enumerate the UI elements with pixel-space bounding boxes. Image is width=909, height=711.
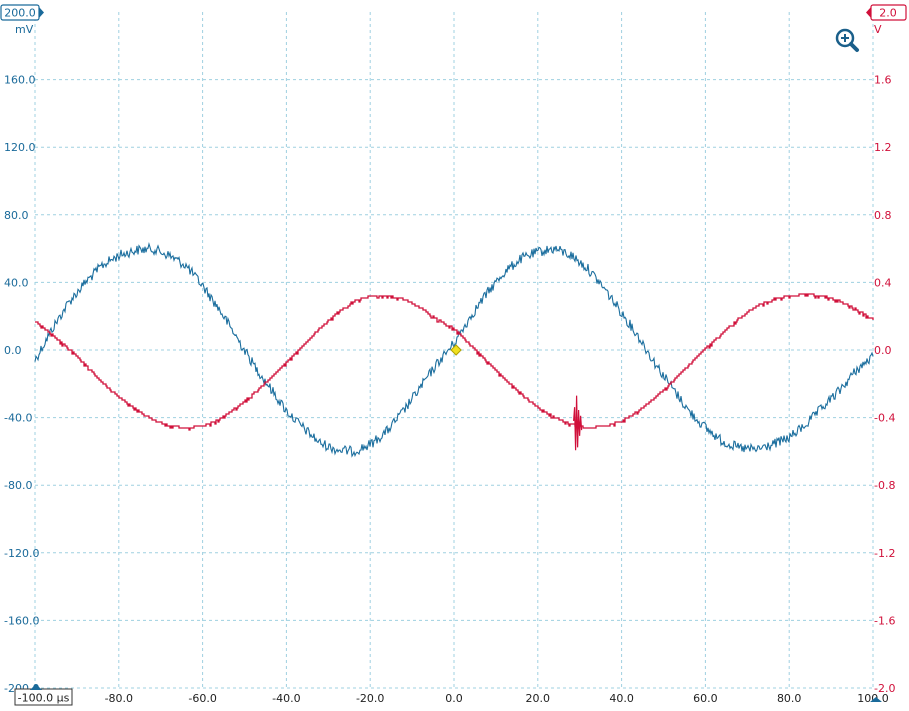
- x-tick-label: -60.0: [188, 692, 216, 705]
- tick-labels: 160.0 120.0 80.0 40.0 0.0 -40.0 -80.0 -120.0 -16…: [4, 74, 895, 705]
- left-tick-label: -40.0: [4, 412, 32, 425]
- right-range-badge[interactable]: 2.0: [866, 4, 907, 21]
- right-tick-label: 0.0: [874, 344, 892, 357]
- left-tick-label: 160.0: [4, 74, 36, 87]
- x-tick-label: 20.0: [526, 692, 551, 705]
- markers: [450, 344, 462, 356]
- x-tick-label: -20.0: [356, 692, 384, 705]
- x-tick-label: -80.0: [105, 692, 133, 705]
- right-tick-label: 0.8: [874, 209, 892, 222]
- right-range-label: 2.0: [879, 7, 897, 20]
- left-tick-label: 80.0: [4, 209, 29, 222]
- x-tick-label: 80.0: [777, 692, 802, 705]
- right-tick-label: 1.2: [874, 141, 892, 154]
- zoom-in-icon[interactable]: [835, 28, 859, 52]
- x-tick-label: -40.0: [272, 692, 300, 705]
- x-tick-label: 0.0: [445, 692, 463, 705]
- left-tick-label: -80.0: [4, 479, 32, 492]
- x-start-badge[interactable]: -100.0 µs: [14, 688, 73, 706]
- left-tick-label: 120.0: [4, 141, 36, 154]
- oscilloscope-chart[interactable]: 160.0 120.0 80.0 40.0 0.0 -40.0 -80.0 -120.0 -16…: [0, 0, 909, 711]
- x-start-label: -100.0 µs: [18, 692, 70, 705]
- right-axis-unit: V: [874, 23, 882, 36]
- x-tick-label: 60.0: [693, 692, 718, 705]
- x-tick-label: 40.0: [609, 692, 634, 705]
- right-tick-label: -1.6: [874, 614, 895, 627]
- left-axis-unit: mV: [15, 23, 34, 36]
- x-tick-label: 100.0: [857, 692, 889, 705]
- left-tick-label: -120.0: [4, 547, 39, 560]
- right-tick-label: -0.4: [874, 412, 895, 425]
- trigger-marker: [450, 344, 462, 356]
- left-tick-label: -160.0: [4, 614, 39, 627]
- left-tick-label: 40.0: [4, 276, 29, 289]
- left-range-badge[interactable]: 200.0: [0, 4, 44, 21]
- channel-b-glitch: [573, 395, 583, 451]
- right-tick-label: -1.2: [874, 547, 895, 560]
- left-tick-label: 0.0: [4, 344, 22, 357]
- right-tick-label: 0.4: [874, 276, 892, 289]
- right-tick-label: -0.8: [874, 479, 895, 492]
- left-range-label: 200.0: [4, 7, 36, 20]
- right-tick-label: 1.6: [874, 74, 892, 87]
